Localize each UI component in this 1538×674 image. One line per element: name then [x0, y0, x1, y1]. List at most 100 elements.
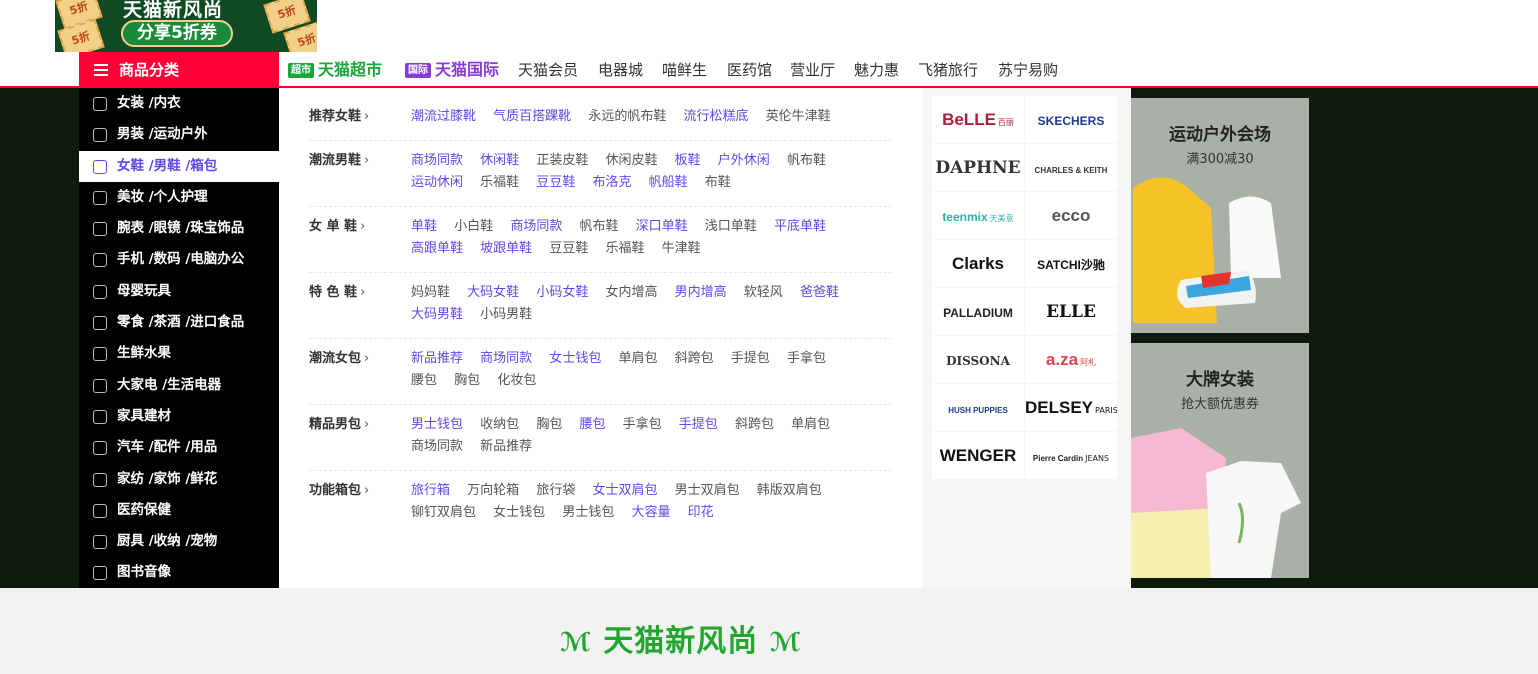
- sidebar-item-shoes-bags[interactable]: 女鞋 /男鞋 /箱包: [79, 150, 279, 182]
- subcategory-title[interactable]: 潮流女包 ›: [309, 348, 369, 370]
- subcategory-link[interactable]: 万向轮箱: [467, 483, 519, 498]
- brand-logo[interactable]: CHARLES & KEITH: [1025, 144, 1117, 191]
- subcategory-link[interactable]: 户外休闲: [718, 153, 770, 168]
- subcategory-link[interactable]: 男士双肩包: [675, 483, 740, 498]
- subcategory-link[interactable]: 运动休闲: [411, 175, 463, 190]
- subcategory-link[interactable]: 女士钱包: [493, 505, 545, 520]
- nav-item[interactable]: 苏宁易购: [998, 52, 1058, 88]
- brand-logo[interactable]: WENGER: [932, 432, 1024, 479]
- subcategory-link[interactable]: 商场同款: [411, 439, 463, 454]
- subcategory-link[interactable]: 帆布鞋: [787, 153, 826, 168]
- subcategory-link[interactable]: 大容量: [631, 505, 670, 520]
- subcategory-link[interactable]: 斜跨包: [735, 417, 774, 432]
- subcategory-link[interactable]: 女士双肩包: [592, 483, 657, 498]
- subcategory-link[interactable]: 布鞋: [705, 175, 731, 190]
- promo-banner[interactable]: 5折 5折 5折 5折 天猫新风尚 分享5折券: [55, 0, 317, 52]
- subcategory-link[interactable]: 小白鞋: [454, 219, 493, 234]
- brand-logo[interactable]: DISSONA: [932, 336, 1024, 383]
- subcategory-link[interactable]: 手提包: [731, 351, 770, 366]
- brand-logo[interactable]: ecco: [1025, 192, 1117, 239]
- subcategory-link[interactable]: 高跟单鞋: [411, 241, 463, 256]
- sidebar-item-appliances[interactable]: 大家电 /生活电器: [79, 370, 279, 401]
- subcategory-link[interactable]: 休闲皮鞋: [605, 153, 657, 168]
- sidebar-item-fresh[interactable]: 生鲜水果: [79, 338, 279, 369]
- subcategory-link[interactable]: 板鞋: [675, 153, 701, 168]
- brand-logo[interactable]: SATCHI沙驰: [1025, 240, 1117, 287]
- subcategory-link[interactable]: 女士钱包: [549, 351, 601, 366]
- sidebar-item-home-textile[interactable]: 家纺 /家饰 /鲜花: [79, 464, 279, 495]
- subcategory-link[interactable]: 男士钱包: [562, 505, 614, 520]
- sidebar-item-auto[interactable]: 汽车 /配件 /用品: [79, 432, 279, 463]
- subcategory-link[interactable]: 乐福鞋: [480, 175, 519, 190]
- nav-item[interactable]: 喵鲜生: [662, 52, 707, 88]
- sidebar-item-books[interactable]: 图书音像: [79, 557, 279, 588]
- brand-logo[interactable]: HUSH PUPPIES: [932, 384, 1024, 431]
- subcategory-link[interactable]: 男内增高: [675, 285, 727, 300]
- subcategory-link[interactable]: 深口单鞋: [636, 219, 688, 234]
- subcategory-link[interactable]: 小码女鞋: [536, 285, 588, 300]
- subcategory-link[interactable]: 收纳包: [480, 417, 519, 432]
- subcategory-link[interactable]: 化妆包: [497, 373, 536, 388]
- ad-sports-outdoor[interactable]: 运动户外会场 满300减30: [1131, 98, 1309, 333]
- subcategory-link[interactable]: 永远的帆布鞋: [588, 109, 666, 124]
- subcategory-link[interactable]: 潮流过膝靴: [411, 109, 476, 124]
- brand-logo[interactable]: DELSEY PARIS: [1025, 384, 1117, 431]
- subcategory-link[interactable]: 休闲鞋: [480, 153, 519, 168]
- nav-tmall-global[interactable]: 国际 天猫国际: [405, 52, 499, 88]
- promo-coupon-button[interactable]: 分享5折券: [121, 20, 233, 47]
- subcategory-link[interactable]: 商场同款: [411, 153, 463, 168]
- subcategory-link[interactable]: 女内增高: [605, 285, 657, 300]
- subcategory-link[interactable]: 乐福鞋: [605, 241, 644, 256]
- subcategory-link[interactable]: 新品推荐: [480, 439, 532, 454]
- ad-brand-womenswear[interactable]: 大牌女装 抢大额优惠券: [1131, 343, 1309, 578]
- subcategory-link[interactable]: 流行松糕底: [683, 109, 748, 124]
- brand-logo[interactable]: Clarks: [932, 240, 1024, 287]
- brand-logo[interactable]: PALLADIUM: [932, 288, 1024, 335]
- sidebar-item-men-clothing[interactable]: 男装 /运动户外: [79, 119, 279, 150]
- subcategory-link[interactable]: 帆船鞋: [649, 175, 688, 190]
- subcategory-link[interactable]: 铆钉双肩包: [411, 505, 476, 520]
- subcategory-link[interactable]: 商场同款: [510, 219, 562, 234]
- subcategory-link[interactable]: 印花: [688, 505, 714, 520]
- brand-logo[interactable]: teenmix 天美意: [932, 192, 1024, 239]
- subcategory-link[interactable]: 斜跨包: [675, 351, 714, 366]
- nav-item[interactable]: 医药馆: [727, 52, 772, 88]
- sidebar-item-food[interactable]: 零食 /茶酒 /进口食品: [79, 307, 279, 338]
- subcategory-link[interactable]: 豆豆鞋: [536, 175, 575, 190]
- subcategory-link[interactable]: 腰包: [579, 417, 605, 432]
- subcategory-link[interactable]: 气质百搭踝靴: [493, 109, 571, 124]
- nav-item[interactable]: 营业厅: [790, 52, 835, 88]
- subcategory-link[interactable]: 单肩包: [791, 417, 830, 432]
- sidebar-item-women-clothing[interactable]: 女装 /内衣: [79, 88, 279, 119]
- brand-logo[interactable]: a.za 阿札: [1025, 336, 1117, 383]
- subcategory-link[interactable]: 坡跟单鞋: [480, 241, 532, 256]
- sidebar-item-medicine[interactable]: 医药保健: [79, 495, 279, 526]
- subcategory-title[interactable]: 推荐女鞋 ›: [309, 106, 369, 128]
- subcategory-link[interactable]: 大码男鞋: [411, 307, 463, 322]
- nav-item[interactable]: 飞猪旅行: [918, 52, 978, 88]
- subcategory-link[interactable]: 妈妈鞋: [411, 285, 450, 300]
- nav-item[interactable]: 魅力惠: [854, 52, 899, 88]
- subcategory-link[interactable]: 商场同款: [480, 351, 532, 366]
- subcategory-link[interactable]: 胸包: [536, 417, 562, 432]
- subcategory-link[interactable]: 旅行袋: [536, 483, 575, 498]
- subcategory-link[interactable]: 浅口单鞋: [705, 219, 757, 234]
- subcategory-link[interactable]: 豆豆鞋: [549, 241, 588, 256]
- subcategory-title[interactable]: 潮流男鞋 ›: [309, 150, 369, 172]
- nav-item[interactable]: 天猫会员: [518, 52, 578, 88]
- subcategory-link[interactable]: 手拿包: [623, 417, 662, 432]
- sidebar-item-digital[interactable]: 手机 /数码 /电脑办公: [79, 244, 279, 275]
- brand-logo[interactable]: ELLE: [1025, 288, 1117, 335]
- sidebar-item-watches[interactable]: 腕表 /眼镜 /珠宝饰品: [79, 213, 279, 244]
- subcategory-link[interactable]: 牛津鞋: [662, 241, 701, 256]
- subcategory-link[interactable]: 大码女鞋: [467, 285, 519, 300]
- subcategory-link[interactable]: 新品推荐: [411, 351, 463, 366]
- subcategory-link[interactable]: 平底单鞋: [774, 219, 826, 234]
- category-menu-button[interactable]: 商品分类: [79, 52, 279, 88]
- subcategory-link[interactable]: 韩版双肩包: [757, 483, 822, 498]
- subcategory-link[interactable]: 单鞋: [411, 219, 437, 234]
- sidebar-item-beauty[interactable]: 美妆 /个人护理: [79, 182, 279, 213]
- subcategory-title[interactable]: 精品男包 ›: [309, 414, 369, 436]
- subcategory-link[interactable]: 帆布鞋: [579, 219, 618, 234]
- subcategory-link[interactable]: 小码男鞋: [480, 307, 532, 322]
